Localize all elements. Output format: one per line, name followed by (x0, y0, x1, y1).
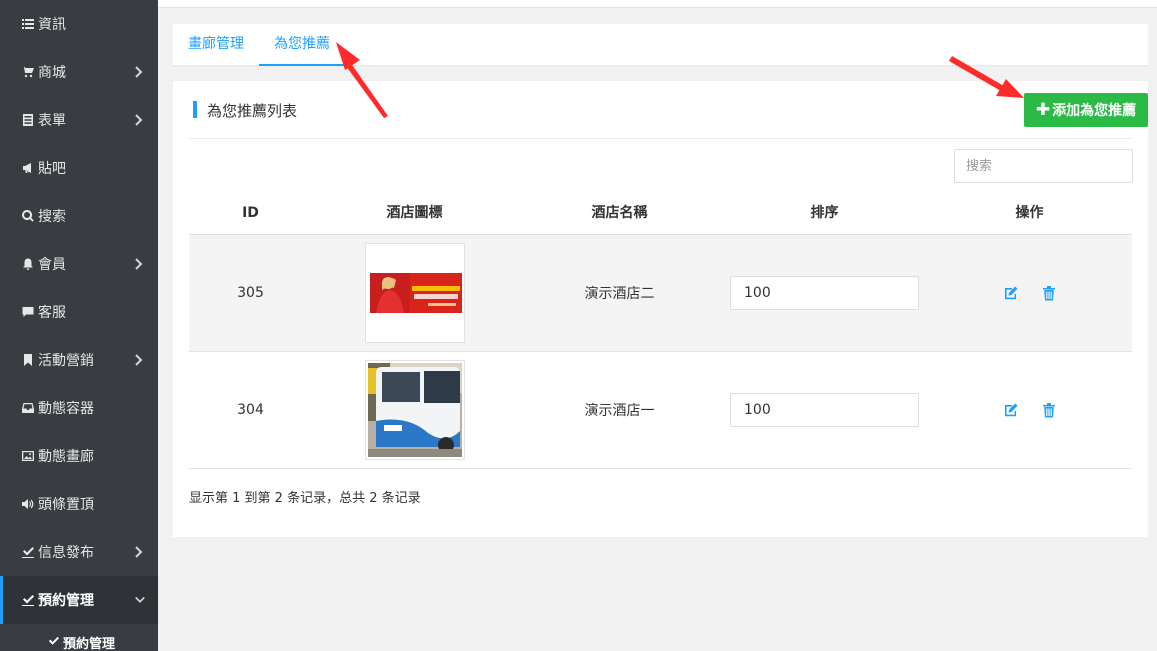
sidebar-item-shop[interactable]: 商城 (0, 48, 158, 96)
sort-input[interactable] (730, 276, 919, 310)
chevron-right-icon (134, 545, 146, 559)
check-icon (48, 633, 63, 651)
cell-id: 304 (237, 402, 264, 418)
sidebar-item-marketing[interactable]: 活動營銷 (0, 336, 158, 384)
table-row: 304 演示酒店一 100 (189, 352, 1132, 469)
chevron-right-icon (134, 353, 146, 367)
sidebar-item-label: 貼吧 (38, 161, 66, 177)
sidebar-item-form[interactable]: 表單 (0, 96, 158, 144)
cell-id: 305 (237, 285, 264, 301)
sidebar-item-search[interactable]: 搜索 (0, 192, 158, 240)
sidebar-item-forum[interactable]: 貼吧 (0, 144, 158, 192)
column-header-hotel-icon: 酒店圖標 (386, 205, 443, 221)
bell-icon (22, 258, 34, 270)
cart-icon (22, 66, 34, 78)
volume-icon (22, 498, 34, 510)
chat-icon (22, 306, 34, 318)
cell-actions (927, 285, 1132, 301)
search-icon (22, 210, 34, 222)
chevron-right-icon (134, 257, 146, 271)
recommend-table: ID 酒店圖標 酒店名稱 排序 操作 305 演示酒店二 100 304 演示酒… (189, 191, 1132, 469)
cell-hotel-icon (312, 360, 517, 460)
cell-hotel-icon (312, 243, 517, 343)
sidebar-item-gallery[interactable]: 動態畫廊 (0, 432, 158, 480)
sidebar-item-label: 搜索 (38, 209, 66, 225)
cell-sort (722, 393, 927, 427)
plus-icon: ✚ (1035, 99, 1051, 120)
sidebar-item-label: 預約管理 (38, 593, 94, 609)
tab-gallery-management[interactable]: 畫廊管理 (173, 24, 259, 66)
cell-hotel-name: 演示酒店二 (584, 286, 655, 302)
add-button-label: 添加為您推薦 (1052, 103, 1137, 119)
sidebar-item-reservation[interactable]: 預約管理 (0, 576, 158, 624)
sidebar-item-label: 活動營銷 (38, 353, 94, 369)
inbox-icon (22, 402, 34, 414)
sidebar-item-support[interactable]: 客服 (0, 288, 158, 336)
sidebar-subitem-reservation[interactable]: 預約管理 (0, 633, 158, 651)
sidebar-item-member[interactable]: 會員 (0, 240, 158, 288)
sidebar-item-container[interactable]: 動態容器 (0, 384, 158, 432)
sort-input[interactable] (730, 393, 919, 427)
sidebar-item-label: 客服 (38, 305, 66, 321)
check-square-icon (22, 594, 34, 606)
edit-icon[interactable] (1003, 285, 1019, 301)
chevron-right-icon (134, 65, 146, 79)
form-icon (22, 114, 34, 126)
cell-hotel-name: 演示酒店一 (584, 403, 655, 419)
sidebar-item-label: 頭條置頂 (38, 497, 94, 513)
chevron-down-icon (134, 593, 146, 607)
bullhorn-icon (22, 162, 34, 174)
sidebar-item-label: 信息發布 (38, 545, 94, 561)
sidebar-item-label: 資訊 (38, 17, 66, 33)
chevron-right-icon (134, 113, 146, 127)
add-recommend-button[interactable]: ✚ 添加為您推薦 (1024, 93, 1148, 127)
column-header-sort: 排序 (810, 205, 839, 221)
hotel-thumbnail-bus (364, 360, 465, 460)
trash-icon[interactable] (1041, 402, 1057, 418)
sidebar-item-publish[interactable]: 信息發布 (0, 528, 158, 576)
tab-bar: 畫廊管理 為您推薦 (173, 24, 1148, 66)
sidebar-item-label: 表單 (38, 113, 66, 129)
table-row: 305 演示酒店二 (189, 235, 1132, 352)
cell-sort (722, 276, 927, 310)
column-header-hotel-name: 酒店名稱 (591, 205, 648, 221)
table-header: ID 酒店圖標 酒店名稱 排序 操作 (189, 191, 1132, 235)
recommend-list-panel: 為您推薦列表 ✚ 添加為您推薦 ID 酒店圖標 酒店名稱 排序 操作 305 (173, 81, 1148, 537)
trash-icon[interactable] (1041, 285, 1057, 301)
list-icon (22, 18, 34, 30)
bookmark-icon (22, 354, 34, 366)
title-accent-bar (193, 101, 197, 118)
sidebar-item-news[interactable]: 資訊 (0, 0, 158, 48)
edit-icon[interactable] (1003, 402, 1019, 418)
top-bar (158, 0, 1157, 8)
sidebar-item-label: 動態畫廊 (38, 449, 94, 465)
sidebar: 資訊 商城 表單 貼吧 搜索 會員 客服 活動營銷 動態容器 動態畫廊 頭條置頂… (0, 0, 158, 651)
check-square-icon (22, 546, 34, 558)
sidebar-item-label: 動態容器 (38, 401, 94, 417)
sidebar-item-headline[interactable]: 頭條置頂 (0, 480, 158, 528)
hotel-thumbnail-red-banner (364, 243, 465, 343)
column-header-actions: 操作 (1015, 205, 1044, 221)
sidebar-item-label: 會員 (38, 257, 66, 273)
column-header-id: ID (242, 205, 259, 221)
picture-icon (22, 450, 34, 462)
panel-header: 為您推薦列表 ✚ 添加為您推薦 (189, 81, 1148, 139)
pagination-summary: 显示第 1 到第 2 条记录，总共 2 条记录 (189, 491, 421, 506)
tab-recommended[interactable]: 為您推薦 (259, 24, 345, 66)
cell-actions (927, 402, 1132, 418)
sidebar-item-label: 商城 (38, 65, 66, 81)
panel-title: 為您推薦列表 (207, 102, 298, 120)
sidebar-subitem-label: 預約管理 (63, 637, 116, 651)
search-input[interactable] (954, 149, 1133, 183)
